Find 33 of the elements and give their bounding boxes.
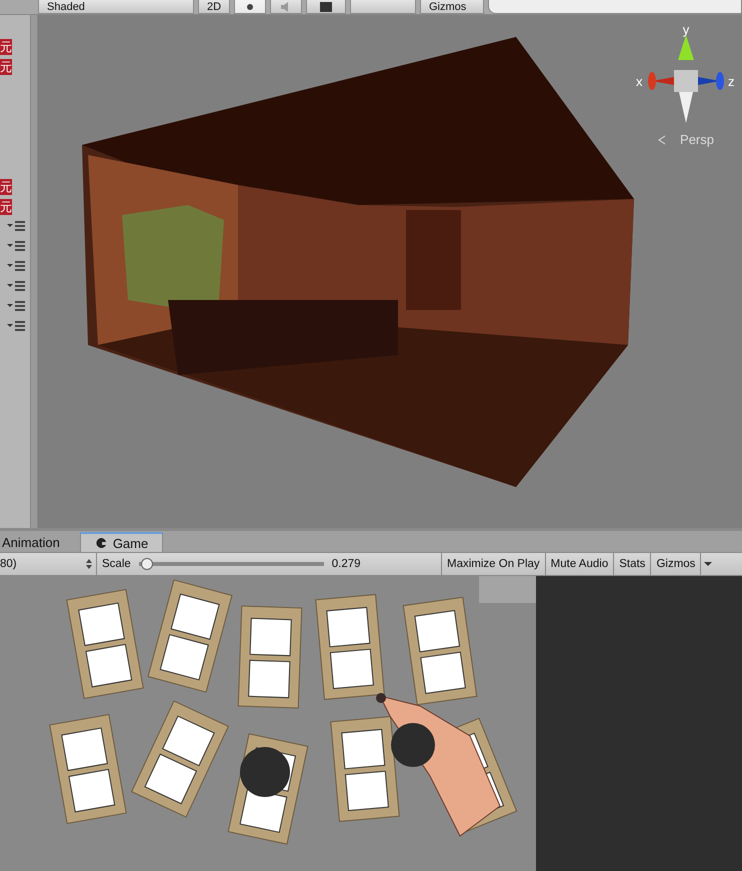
badge: 元 (0, 199, 12, 215)
stepper-icon (86, 559, 92, 569)
toolbar-toggle[interactable]: Mute Audio (546, 553, 614, 575)
x-axis-label: x (636, 74, 642, 89)
menu-icon[interactable] (6, 240, 26, 252)
chevron-icon (658, 135, 666, 145)
badge: 元 (0, 59, 12, 75)
panel-tab[interactable]: Animation (0, 533, 75, 552)
image-icon (320, 2, 332, 12)
menu-icon[interactable] (6, 260, 26, 272)
scale-value: 0.279 (332, 558, 361, 570)
gizmos-dropdown[interactable]: Gizmos (420, 0, 484, 14)
panel-tab[interactable]: Game (80, 532, 164, 552)
menu-icon[interactable] (6, 300, 26, 312)
scale-label: Scale (102, 558, 131, 570)
toolbar-toggle[interactable]: Stats (614, 553, 652, 575)
toolbar-toggle[interactable]: Maximize On Play (442, 553, 546, 575)
badge: 元 (0, 179, 12, 195)
resolution-dropdown[interactable]: 80) (0, 553, 97, 575)
menu-icon[interactable] (6, 220, 26, 232)
menu-icon[interactable] (6, 280, 26, 292)
y-axis-label: y (682, 25, 690, 37)
scene-toggle[interactable] (270, 0, 302, 14)
scene-toggle[interactable] (306, 0, 346, 14)
2d-toggle[interactable]: 2D (198, 0, 230, 14)
scene-toggle[interactable] (234, 0, 266, 14)
game-view-overlay (479, 576, 536, 603)
toolbar-toggle[interactable]: Gizmos (651, 553, 702, 575)
shading-mode-dropdown[interactable]: Shaded (38, 0, 194, 14)
z-axis-label: z (728, 74, 734, 89)
menu-icon[interactable] (6, 320, 26, 332)
search-field[interactable] (488, 0, 742, 14)
badge: 元 (0, 39, 12, 55)
